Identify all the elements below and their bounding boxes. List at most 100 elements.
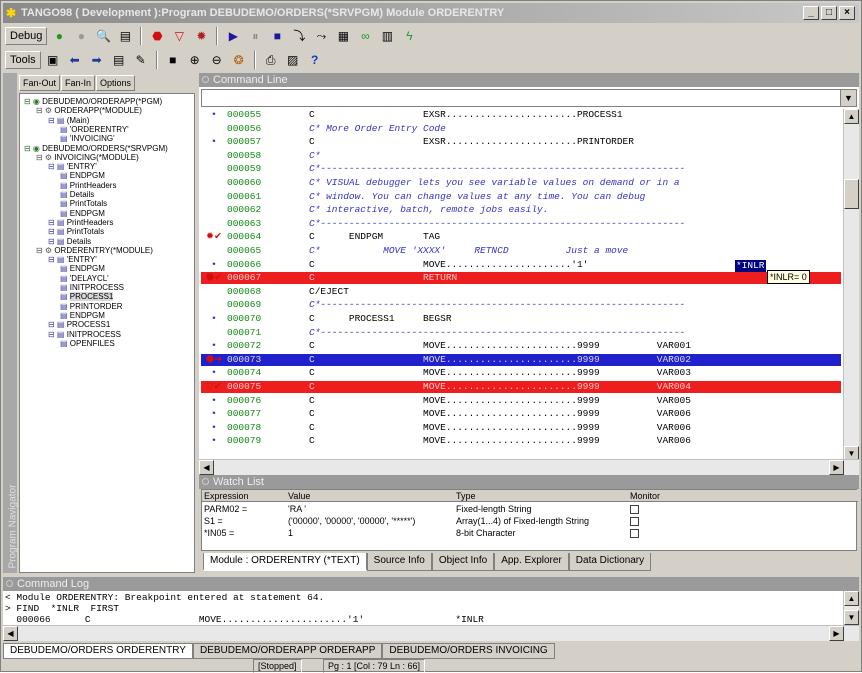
maximize-button[interactable]: □ (821, 6, 837, 20)
scroll-right-icon[interactable]: ▶ (829, 626, 844, 641)
log-horizontal-scrollbar[interactable]: ◀ ▶ (3, 625, 859, 641)
breakpoint-icon[interactable]: ✹✔ (201, 231, 227, 243)
source-line[interactable]: • 000077 C MOVE.......................9999… (201, 408, 841, 420)
scroll-down-icon[interactable]: ▼ (844, 610, 859, 625)
source-line[interactable]: 000056 C* More Order Entry Code (201, 123, 841, 135)
scroll-right-icon[interactable]: ▶ (829, 460, 844, 475)
source-line[interactable]: 000065 C* MOVE 'XXXX' RETNCD Just a move (201, 245, 841, 257)
source-line[interactable]: 000062 C* interactive, batch, remote jobs… (201, 204, 841, 216)
step-over-icon[interactable]: ⤳ (311, 26, 331, 46)
tools-menu-button[interactable]: Tools (5, 51, 41, 69)
source-line[interactable]: ▽✔ 000075 C MOVE.......................999… (201, 381, 841, 393)
executable-dot-icon[interactable]: • (201, 435, 227, 447)
step-icon[interactable]: ● (71, 26, 91, 46)
source-line[interactable]: • 000070 C PROCESS1 BEGSR (201, 313, 841, 325)
zoom-in-icon[interactable]: ⊕ (185, 50, 205, 70)
print-preview-icon[interactable]: ▤ (109, 50, 129, 70)
source-line[interactable]: • 000079 C MOVE.......................9999… (201, 435, 841, 447)
scroll-thumb[interactable] (844, 179, 859, 209)
module-tab[interactable]: Module : ORDERENTRY (*TEXT) (203, 553, 367, 571)
copy-icon[interactable]: ▤ (115, 26, 135, 46)
watch-row[interactable]: *IN05 = 1 8-bit Character (202, 527, 858, 539)
highlighted-variable[interactable]: *INLR (735, 260, 766, 272)
col-value[interactable]: Value (288, 490, 310, 502)
tree-node[interactable]: ▤ OPENFILES (60, 339, 115, 349)
source-line[interactable]: 000059 C*--------------------------------… (201, 163, 841, 175)
clipboard-icon[interactable]: ▥ (377, 26, 397, 46)
monitor-checkbox[interactable] (630, 505, 639, 514)
play-icon[interactable]: ▶ (223, 26, 243, 46)
executable-dot-icon[interactable]: • (201, 259, 227, 271)
scroll-left-icon[interactable]: ◀ (3, 626, 18, 641)
watch-row[interactable]: S1 = ('00000', '00000', '00000', '*****')… (202, 515, 858, 527)
scroll-up-icon[interactable]: ▲ (844, 591, 859, 606)
executable-dot-icon[interactable]: • (201, 395, 227, 407)
settings-icon[interactable]: ❂ (229, 50, 249, 70)
tab-options[interactable]: Options (96, 75, 136, 91)
breakpoint-icon[interactable]: ⬣✔ (201, 272, 227, 284)
col-monitor[interactable]: Monitor (630, 490, 660, 502)
chevron-down-icon[interactable]: ▼ (840, 90, 856, 106)
halt-icon[interactable]: ■ (267, 26, 287, 46)
display-icon[interactable]: ▦ (333, 26, 353, 46)
stop-icon[interactable]: ⬣ (147, 26, 167, 46)
command-input[interactable]: ▼ (201, 89, 857, 107)
file-tab[interactable]: DEBUDEMO/ORDERS INVOICING (382, 643, 555, 659)
bug-icon[interactable]: ✹ (191, 26, 211, 46)
source-line[interactable]: 000063 C*--------------------------------… (201, 218, 841, 230)
source-line[interactable]: • 000057 C EXSR.......................PRIN… (201, 136, 841, 148)
monitor-checkbox[interactable] (630, 529, 639, 538)
print-icon[interactable]: ⎙ (261, 50, 281, 70)
executable-dot-icon[interactable]: • (201, 408, 227, 420)
source-vertical-scrollbar[interactable]: ▲ ▼ (843, 109, 859, 461)
source-line[interactable]: • 000072 C MOVE.......................9999… (201, 340, 841, 352)
wand-icon[interactable]: ✎ (131, 50, 151, 70)
source-line[interactable]: • 000076 C MOVE.......................9999… (201, 395, 841, 407)
col-type[interactable]: Type (456, 490, 476, 502)
help-icon[interactable]: ? (305, 50, 325, 70)
source-line[interactable]: 000068 C/EJECT (201, 286, 841, 298)
module-tab[interactable]: Object Info (431, 553, 495, 571)
lightning-icon[interactable]: ϟ (399, 26, 419, 46)
tab-fan-in[interactable]: Fan-In (61, 75, 96, 91)
executable-dot-icon[interactable]: • (201, 136, 227, 148)
executable-dot-icon[interactable]: • (201, 367, 227, 379)
program-tree[interactable]: ⊟ ◉ DEBUDEMO/ORDERAPP(*PGM) ⊟ ⚙ ORDERAPP(… (19, 93, 195, 573)
source-line[interactable]: ⬣✔ 000067 C RETURN (201, 272, 841, 285)
forward-icon[interactable]: ➡ (87, 50, 107, 70)
file-tab[interactable]: DEBUDEMO/ORDERS ORDERENTRY (3, 643, 193, 659)
source-line[interactable]: ⬣➜ 000073 C MOVE.......................999… (201, 353, 841, 366)
pause-icon[interactable]: ⏸ (245, 26, 265, 46)
debug-menu-button[interactable]: Debug (5, 27, 48, 45)
monitor-checkbox[interactable] (630, 517, 639, 526)
executable-dot-icon[interactable]: • (201, 340, 227, 352)
source-horizontal-scrollbar[interactable]: ◀ ▶ (199, 459, 859, 475)
close-button[interactable]: × (839, 6, 855, 20)
back-icon[interactable]: ⬅ (65, 50, 85, 70)
source-line[interactable]: 000069 C*--------------------------------… (201, 299, 841, 311)
find-icon[interactable]: 🔍 (93, 26, 113, 46)
minimize-button[interactable]: _ (803, 6, 819, 20)
source-line[interactable]: 000058 C* (201, 150, 841, 162)
scroll-left-icon[interactable]: ◀ (199, 460, 214, 475)
source-line[interactable]: 000061 C* window. You can change values a… (201, 191, 841, 203)
zoom-out-icon[interactable]: ⊖ (207, 50, 227, 70)
run-icon[interactable]: ● (49, 26, 69, 46)
module-tab[interactable]: App. Explorer (494, 553, 569, 571)
source-line[interactable]: • 000074 C MOVE.......................9999… (201, 367, 841, 379)
breakpoint-icon[interactable]: ▽✔ (201, 381, 227, 393)
executable-dot-icon[interactable]: • (201, 313, 227, 325)
scroll-up-icon[interactable]: ▲ (844, 109, 859, 124)
source-line[interactable]: • 000055 C EXSR.......................PROC… (201, 109, 841, 121)
source-view[interactable]: • 000055 C EXSR.......................PROC… (201, 109, 841, 461)
layout-icon[interactable]: ▣ (43, 50, 63, 70)
module-tab[interactable]: Source Info (366, 553, 432, 571)
step-into-icon[interactable]: ⤵ (289, 26, 309, 46)
source-line[interactable]: • 000078 C MOVE.......................9999… (201, 422, 841, 434)
col-expression[interactable]: Expression (204, 490, 249, 502)
file-tab[interactable]: DEBUDEMO/ORDERAPP ORDERAPP (192, 643, 383, 659)
source-line[interactable]: ✹✔ 000064 C ENDPGM TAG (201, 231, 841, 243)
executable-dot-icon[interactable]: • (201, 422, 227, 434)
watch-grid[interactable]: Expression Value Type Monitor PARM02 = 'R… (201, 489, 858, 551)
goggles-icon[interactable]: ∞ (355, 26, 375, 46)
